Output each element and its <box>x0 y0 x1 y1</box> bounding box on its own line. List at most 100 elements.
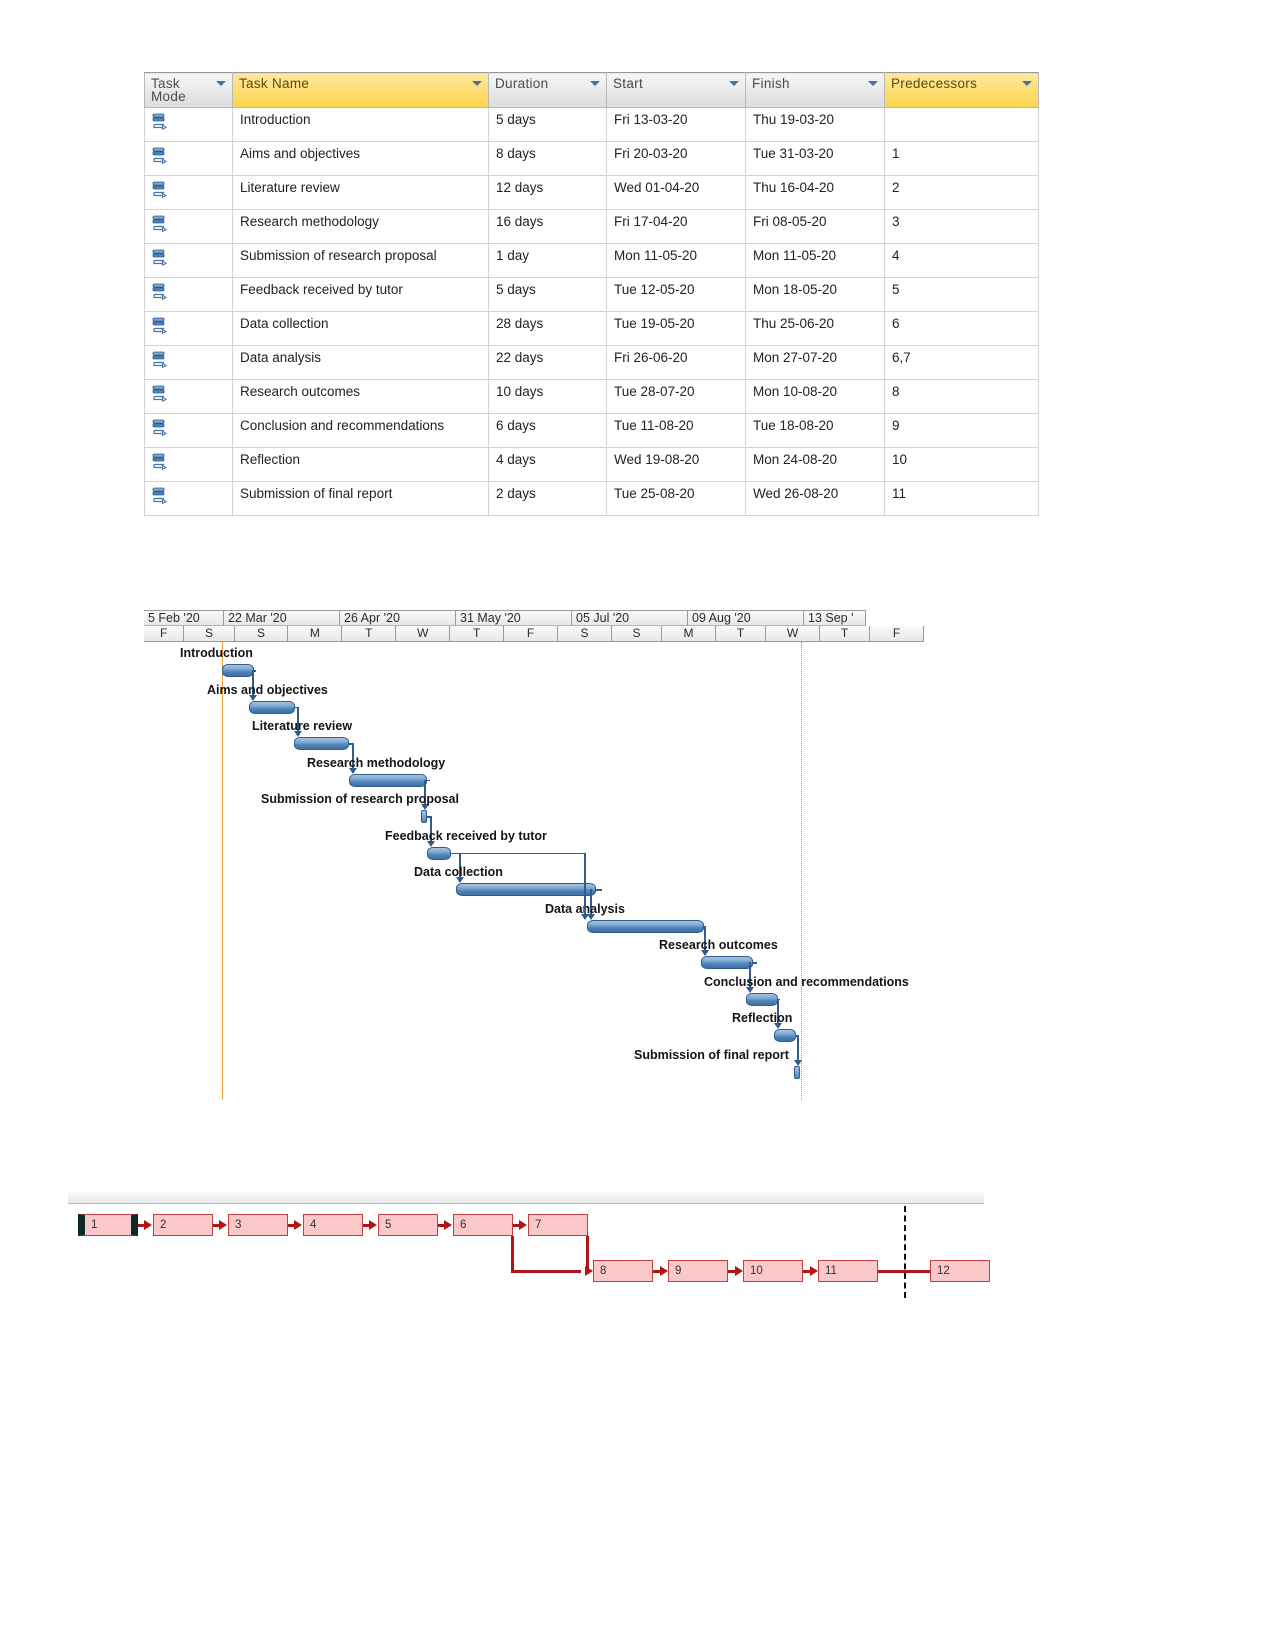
start-cell[interactable]: Mon 11-05-20 <box>606 243 746 278</box>
network-node[interactable]: 4 <box>303 1214 363 1236</box>
finish-cell[interactable]: Wed 26-08-20 <box>745 481 885 516</box>
task-mode-cell[interactable] <box>144 379 233 414</box>
gantt-bar[interactable] <box>249 700 295 714</box>
table-row[interactable]: Research methodology 16 days Fri 17-04-20 F… <box>144 209 1039 244</box>
start-cell[interactable]: Tue 25-08-20 <box>606 481 746 516</box>
duration-cell[interactable]: 22 days <box>488 345 607 380</box>
task-mode-cell[interactable] <box>144 277 233 312</box>
network-node[interactable]: 6 <box>453 1214 513 1236</box>
finish-cell[interactable]: Mon 18-05-20 <box>745 277 885 312</box>
table-row[interactable]: Reflection 4 days Wed 19-08-20 Mon 24-08-20… <box>144 447 1039 482</box>
task-mode-cell[interactable] <box>144 481 233 516</box>
task-name-cell[interactable]: Submission of final report <box>232 481 489 516</box>
gantt-bar[interactable] <box>427 846 451 860</box>
duration-cell[interactable]: 6 days <box>488 413 607 448</box>
predecessors-cell[interactable]: 4 <box>884 243 1039 278</box>
predecessors-cell[interactable]: 9 <box>884 413 1039 448</box>
start-cell[interactable]: Tue 19-05-20 <box>606 311 746 346</box>
task-mode-cell[interactable] <box>144 243 233 278</box>
network-node[interactable]: 10 <box>743 1260 803 1282</box>
column-header-duration[interactable]: Duration <box>488 72 607 108</box>
finish-cell[interactable]: Thu 19-03-20 <box>745 107 885 142</box>
start-cell[interactable]: Tue 28-07-20 <box>606 379 746 414</box>
chevron-down-icon[interactable] <box>868 81 878 86</box>
task-name-cell[interactable]: Conclusion and recommendations <box>232 413 489 448</box>
column-header-task-mode[interactable]: Task Mode <box>144 72 233 108</box>
task-name-cell[interactable]: Research methodology <box>232 209 489 244</box>
network-node[interactable]: 5 <box>378 1214 438 1236</box>
column-header-task-name[interactable]: Task Name <box>232 72 489 108</box>
start-cell[interactable]: Fri 17-04-20 <box>606 209 746 244</box>
start-cell[interactable]: Wed 01-04-20 <box>606 175 746 210</box>
predecessors-cell[interactable]: 2 <box>884 175 1039 210</box>
chevron-down-icon[interactable] <box>472 81 482 86</box>
network-node[interactable]: 3 <box>228 1214 288 1236</box>
table-row[interactable]: Data analysis 22 days Fri 26-06-20 Mon 27-0… <box>144 345 1039 380</box>
predecessors-cell[interactable]: 11 <box>884 481 1039 516</box>
table-row[interactable]: Research outcomes 10 days Tue 28-07-20 Mon … <box>144 379 1039 414</box>
duration-cell[interactable]: 8 days <box>488 141 607 176</box>
start-cell[interactable]: Tue 11-08-20 <box>606 413 746 448</box>
chevron-down-icon[interactable] <box>729 81 739 86</box>
column-header-predecessors[interactable]: Predecessors <box>884 72 1039 108</box>
table-row[interactable]: Literature review 12 days Wed 01-04-20 Thu … <box>144 175 1039 210</box>
duration-cell[interactable]: 16 days <box>488 209 607 244</box>
network-node[interactable]: 12 <box>930 1260 990 1282</box>
task-mode-cell[interactable] <box>144 107 233 142</box>
gantt-milestone[interactable] <box>794 1065 800 1079</box>
predecessors-cell[interactable]: 1 <box>884 141 1039 176</box>
table-row[interactable]: Aims and objectives 8 days Fri 20-03-20 Tue… <box>144 141 1039 176</box>
finish-cell[interactable]: Fri 08-05-20 <box>745 209 885 244</box>
finish-cell[interactable]: Mon 27-07-20 <box>745 345 885 380</box>
start-cell[interactable]: Wed 19-08-20 <box>606 447 746 482</box>
finish-cell[interactable]: Mon 11-05-20 <box>745 243 885 278</box>
predecessors-cell[interactable]: 6 <box>884 311 1039 346</box>
start-cell[interactable]: Fri 20-03-20 <box>606 141 746 176</box>
finish-cell[interactable]: Thu 16-04-20 <box>745 175 885 210</box>
duration-cell[interactable]: 28 days <box>488 311 607 346</box>
duration-cell[interactable]: 2 days <box>488 481 607 516</box>
task-name-cell[interactable]: Aims and objectives <box>232 141 489 176</box>
predecessors-cell[interactable]: 3 <box>884 209 1039 244</box>
chevron-down-icon[interactable] <box>1022 81 1032 86</box>
duration-cell[interactable]: 5 days <box>488 277 607 312</box>
gantt-bar[interactable] <box>774 1029 796 1042</box>
table-row[interactable]: Submission of research proposal 1 day Mon … <box>144 243 1039 278</box>
task-name-cell[interactable]: Research outcomes <box>232 379 489 414</box>
task-name-cell[interactable]: Reflection <box>232 447 489 482</box>
start-cell[interactable]: Tue 12-05-20 <box>606 277 746 312</box>
finish-cell[interactable]: Tue 31-03-20 <box>745 141 885 176</box>
task-name-cell[interactable]: Data analysis <box>232 345 489 380</box>
task-name-cell[interactable]: Feedback received by tutor <box>232 277 489 312</box>
column-header-finish[interactable]: Finish <box>745 72 885 108</box>
start-cell[interactable]: Fri 13-03-20 <box>606 107 746 142</box>
task-mode-cell[interactable] <box>144 175 233 210</box>
finish-cell[interactable]: Mon 24-08-20 <box>745 447 885 482</box>
network-node[interactable]: 2 <box>153 1214 213 1236</box>
predecessors-cell[interactable]: 6,7 <box>884 345 1039 380</box>
duration-cell[interactable]: 12 days <box>488 175 607 210</box>
task-mode-cell[interactable] <box>144 447 233 482</box>
duration-cell[interactable]: 5 days <box>488 107 607 142</box>
task-mode-cell[interactable] <box>144 345 233 380</box>
gantt-bar[interactable] <box>294 737 349 750</box>
task-mode-cell[interactable] <box>144 209 233 244</box>
task-name-cell[interactable]: Submission of research proposal <box>232 243 489 278</box>
network-node[interactable]: 1 <box>78 1214 138 1236</box>
network-node[interactable]: 8 <box>593 1260 653 1282</box>
gantt-bar[interactable] <box>456 883 596 896</box>
task-name-cell[interactable]: Data collection <box>232 311 489 346</box>
network-node[interactable]: 9 <box>668 1260 728 1282</box>
table-row[interactable]: Feedback received by tutor 5 days Tue 12-0… <box>144 277 1039 312</box>
task-mode-cell[interactable] <box>144 311 233 346</box>
task-mode-cell[interactable] <box>144 141 233 176</box>
gantt-bar[interactable] <box>701 956 753 969</box>
gantt-bar[interactable] <box>222 664 254 677</box>
task-name-cell[interactable]: Introduction <box>232 107 489 142</box>
task-mode-cell[interactable] <box>144 413 233 448</box>
predecessors-cell[interactable]: 10 <box>884 447 1039 482</box>
finish-cell[interactable]: Mon 10-08-20 <box>745 379 885 414</box>
table-row[interactable]: Conclusion and recommendations 6 days Tue … <box>144 413 1039 448</box>
table-row[interactable]: Submission of final report 2 days Tue 25-0… <box>144 481 1039 516</box>
column-header-start[interactable]: Start <box>606 72 746 108</box>
